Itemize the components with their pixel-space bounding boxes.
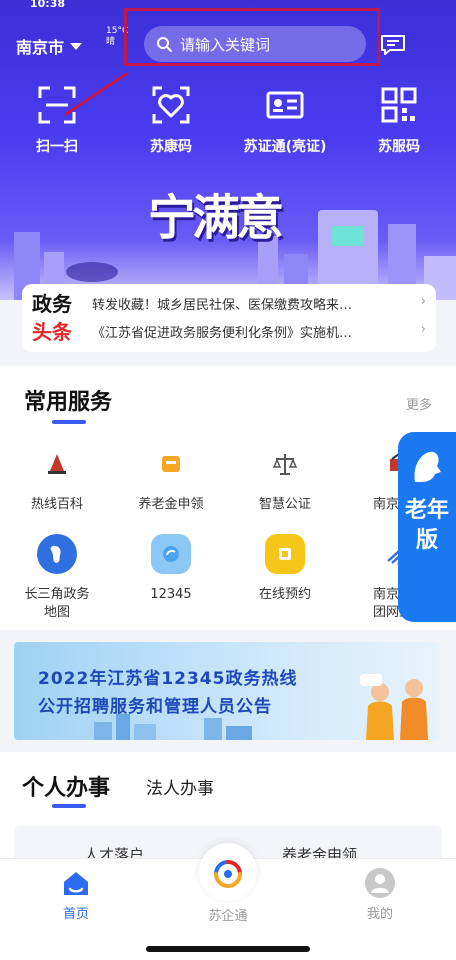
enterprise-logo	[199, 843, 257, 901]
user-avatar-icon	[365, 868, 395, 898]
service-label: 养老金申领	[138, 497, 204, 512]
news-item-text: 《江苏省促进政务服务便利化条例》实施机…	[92, 326, 353, 341]
quick-action-qr-code[interactable]: 苏服码	[342, 86, 456, 156]
appointment-icon	[265, 534, 305, 574]
promo-line2: 公开招聘服务和管理人员公告	[38, 697, 272, 717]
home-icon	[64, 872, 88, 895]
tab-me[interactable]: 我的	[320, 867, 440, 922]
service-label: 热线百科	[30, 497, 83, 512]
tab-personal-affairs[interactable]: 个人办事	[22, 770, 110, 802]
service-notary[interactable]: 智慧公证	[228, 444, 342, 514]
chevron-right-icon: ›	[420, 294, 426, 309]
pension-icon	[151, 444, 191, 484]
service-appointment[interactable]: 在线预约	[228, 534, 342, 604]
news-item-text: 转发收藏！城乡居民社保、医保缴费攻略来…	[92, 298, 353, 313]
tab-home[interactable]: 首页	[16, 867, 136, 922]
quick-action-label: 扫一扫	[36, 139, 78, 155]
tab-label: 我的	[366, 907, 393, 922]
service-label: 长三角政务 地图	[24, 587, 90, 620]
section-underline	[52, 420, 86, 424]
elder-mode-button[interactable]: 老年版	[398, 432, 456, 622]
people-illustration	[360, 674, 428, 740]
quick-action-scan[interactable]: 扫一扫	[0, 86, 114, 156]
quick-action-label: 苏康码	[150, 139, 192, 155]
tab-label: 首页	[62, 907, 89, 922]
quick-action-label: 苏证通(亮证)	[243, 139, 327, 155]
search-input[interactable]: 请输入关键词	[144, 26, 366, 62]
quick-action-label: 苏服码	[378, 139, 420, 155]
service-12345[interactable]: 12345	[114, 534, 228, 604]
tab-enterprise[interactable]: 苏企通	[168, 843, 288, 924]
tab-label: 苏企通	[208, 909, 248, 924]
more-link[interactable]: 更多	[406, 394, 432, 413]
news-item[interactable]: 转发收藏！城乡居民社保、医保缴费攻略来… ›	[92, 294, 426, 313]
news-ticker[interactable]: 政务 头条 转发收藏！城乡居民社保、医保缴费攻略来… › 《江苏省促进政务服务便…	[22, 284, 436, 352]
service-label: 在线预约	[258, 587, 311, 602]
service-hotline-wiki[interactable]: 热线百科	[0, 444, 114, 514]
tab-underline	[52, 804, 86, 808]
status-time: 10:38	[30, 0, 66, 10]
chevron-right-icon: ›	[420, 322, 426, 337]
common-services-section: 常用服务 更多 热线百科 养老金申领 智慧公证 南京公…	[0, 366, 456, 630]
search-icon	[157, 37, 172, 52]
quick-action-id-card[interactable]: 苏证通(亮证)	[228, 86, 342, 156]
elder-mode-label: 老年版	[404, 498, 449, 553]
map-icon	[37, 534, 77, 574]
hero-header: 10:38 南京市 15°C 晴 请输入关键词 扫一扫 苏康码 苏证通(亮证) …	[0, 0, 456, 300]
news-item[interactable]: 《江苏省促进政务服务便利化条例》实施机… ›	[92, 322, 426, 341]
scan-icon	[38, 86, 76, 124]
news-label: 政务 头条	[32, 290, 72, 346]
service-label: 12345	[150, 587, 192, 602]
search-placeholder: 请输入关键词	[180, 35, 271, 54]
service-delta-map[interactable]: 长三角政务 地图	[0, 534, 114, 622]
service-pension[interactable]: 养老金申领	[114, 444, 228, 514]
news-label-line2: 头条	[32, 320, 72, 344]
promo-banner[interactable]: 2022年江苏省12345政务热线 公开招聘服务和管理人员公告	[14, 642, 440, 740]
tab-corporate-affairs[interactable]: 法人办事	[146, 774, 214, 799]
elder-face-icon	[414, 451, 441, 482]
service-label: 智慧公证	[258, 497, 311, 512]
promo-line1: 2022年江苏省12345政务热线	[38, 669, 298, 689]
scales-icon	[265, 444, 305, 484]
message-icon[interactable]	[380, 34, 406, 56]
home-indicator[interactable]	[146, 946, 310, 952]
banner-title: 宁满意	[148, 190, 284, 246]
hotline-wiki-icon	[37, 444, 77, 484]
hotline-12345-icon	[151, 534, 191, 574]
section-title: 常用服务	[24, 390, 113, 415]
chevron-down-icon	[70, 42, 83, 50]
city-selector[interactable]: 南京市	[16, 34, 83, 58]
quick-actions: 扫一扫 苏康码 苏证通(亮证) 苏服码	[0, 86, 456, 156]
health-code-icon	[152, 86, 190, 124]
id-card-icon	[266, 91, 304, 119]
city-label: 南京市	[16, 38, 65, 57]
quick-action-health-code[interactable]: 苏康码	[114, 86, 228, 156]
enterprise-icon	[214, 860, 242, 888]
news-label-line1: 政务	[32, 292, 72, 316]
bottom-tab-bar: 首页 苏企通 我的	[0, 843, 456, 960]
qr-code-icon	[381, 87, 417, 123]
